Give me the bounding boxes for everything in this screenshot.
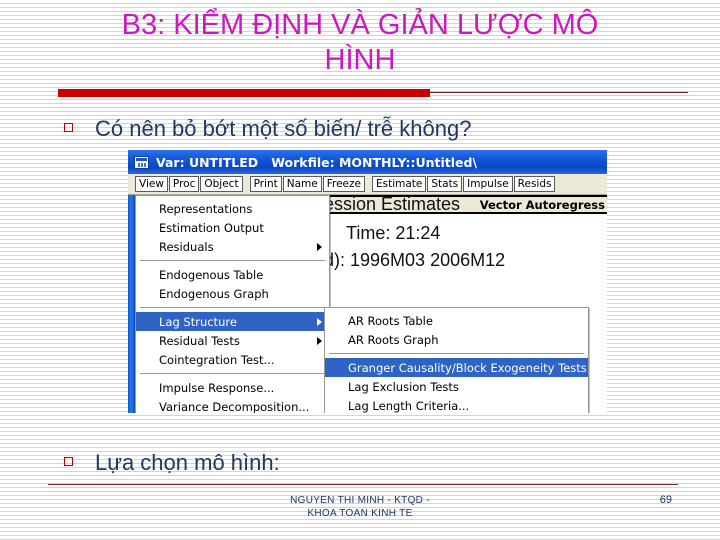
toolbar-button-object[interactable]: Object — [200, 176, 243, 192]
toolbar-button-impulse[interactable]: Impulse — [463, 176, 513, 192]
bullet-item-2-label: Lựa chọn mô hình: — [95, 450, 280, 475]
lag-structure-submenu: AR Roots Table AR Roots Graph Granger Ca… — [324, 307, 589, 413]
menu-item-estimation-output[interactable]: Estimation Output — [136, 218, 329, 237]
menu-item-residuals-label: Residuals — [159, 239, 214, 254]
chevron-right-icon — [317, 336, 322, 345]
title-divider-red-bar — [58, 89, 430, 97]
window-titlebar[interactable]: Var: UNTITLED Workfile: MONTHLY::Untitle… — [128, 150, 607, 174]
toolbar-button-proc[interactable]: Proc — [168, 176, 200, 192]
menu-item-lag-structure-label: Lag Structure — [159, 314, 237, 329]
toolbar-button-print[interactable]: Print — [249, 176, 282, 192]
toolbar-button-name[interactable]: Name — [282, 176, 322, 192]
submenu-item-lag-length-criteria[interactable]: Lag Length Criteria... — [325, 396, 588, 413]
eviews-var-window-screenshot: Vector Autoregress ession Estimates Time… — [128, 150, 607, 413]
footer-credit: NGUYEN THI MINH - KTQD - KHOA TOAN KINH … — [180, 494, 540, 520]
square-bullet-icon — [64, 457, 73, 466]
square-bullet-icon — [64, 123, 73, 132]
var-output-line-2: Time: 21:24 — [346, 223, 441, 243]
page-title: B3: KIỂM ĐỊNH VÀ GIẢN LƯỢC MÔ HÌNH — [121, 9, 599, 76]
footer-credit-line-1: NGUYEN THI MINH - KTQD - — [290, 495, 430, 506]
submenu-item-ar-roots-table[interactable]: AR Roots Table — [325, 311, 588, 330]
chevron-right-icon — [317, 317, 322, 326]
chevron-right-icon — [317, 242, 322, 251]
var-output-line-3: d): 1996M03 2006M12 — [324, 250, 506, 270]
menu-separator-3 — [140, 373, 325, 374]
bullet-item-1-label: Có nên bỏ bớt một số biến/ trễ không? — [95, 116, 472, 141]
toolbar-button-estimate[interactable]: Estimate — [371, 176, 427, 192]
submenu-item-granger-causality[interactable]: Granger Causality/Block Exogeneity Tests — [325, 358, 588, 377]
toolbar-button-resids[interactable]: Resids — [513, 176, 556, 192]
submenu-separator-1 — [329, 353, 584, 354]
menu-item-residual-tests-label: Residual Tests — [159, 333, 240, 348]
menu-separator-1 — [140, 260, 325, 261]
menu-item-residuals[interactable]: Residuals — [136, 237, 329, 256]
bullet-item-2: Lựa chọn mô hình: — [64, 450, 280, 476]
menu-item-variance-decomposition[interactable]: Variance Decomposition... — [136, 397, 329, 414]
page-number: 69 — [659, 494, 672, 506]
view-dropdown-menu: Representations Estimation Output Residu… — [135, 195, 330, 413]
slide: B3: KIỂM ĐỊNH VÀ GIẢN LƯỢC MÔ HÌNH Có nê… — [0, 0, 720, 540]
var-output-header-label: Vector Autoregress — [479, 197, 605, 212]
menu-item-residual-tests[interactable]: Residual Tests — [136, 331, 329, 350]
menu-item-lag-structure[interactable]: Lag Structure — [136, 312, 329, 331]
window-toolbar: View Proc Object Print Name Freeze Estim… — [128, 174, 607, 195]
toolbar-button-stats[interactable]: Stats — [427, 176, 463, 192]
menu-separator-2 — [140, 307, 325, 308]
toolbar-button-view[interactable]: View — [135, 176, 168, 192]
title-divider — [58, 88, 688, 98]
bullet-item-1: Có nên bỏ bớt một số biến/ trễ không? — [64, 116, 471, 142]
menu-item-endogenous-table[interactable]: Endogenous Table — [136, 265, 329, 284]
menu-item-cointegration-test[interactable]: Cointegration Test... — [136, 350, 329, 369]
window-icon — [134, 155, 149, 169]
footer-credit-line-2: KHOA TOAN KINH TE — [307, 508, 413, 519]
menu-item-endogenous-graph[interactable]: Endogenous Graph — [136, 284, 329, 303]
submenu-item-lag-exclusion-tests[interactable]: Lag Exclusion Tests — [325, 377, 588, 396]
toolbar-button-freeze[interactable]: Freeze — [322, 176, 365, 192]
menu-item-impulse-response[interactable]: Impulse Response... — [136, 378, 329, 397]
menu-item-representations[interactable]: Representations — [136, 199, 329, 218]
footer-divider — [48, 484, 678, 485]
var-output-line-1: ession Estimates — [324, 194, 461, 214]
submenu-item-ar-roots-graph[interactable]: AR Roots Graph — [325, 330, 588, 349]
window-title-label: Var: UNTITLED Workfile: MONTHLY::Untitle… — [156, 154, 478, 170]
